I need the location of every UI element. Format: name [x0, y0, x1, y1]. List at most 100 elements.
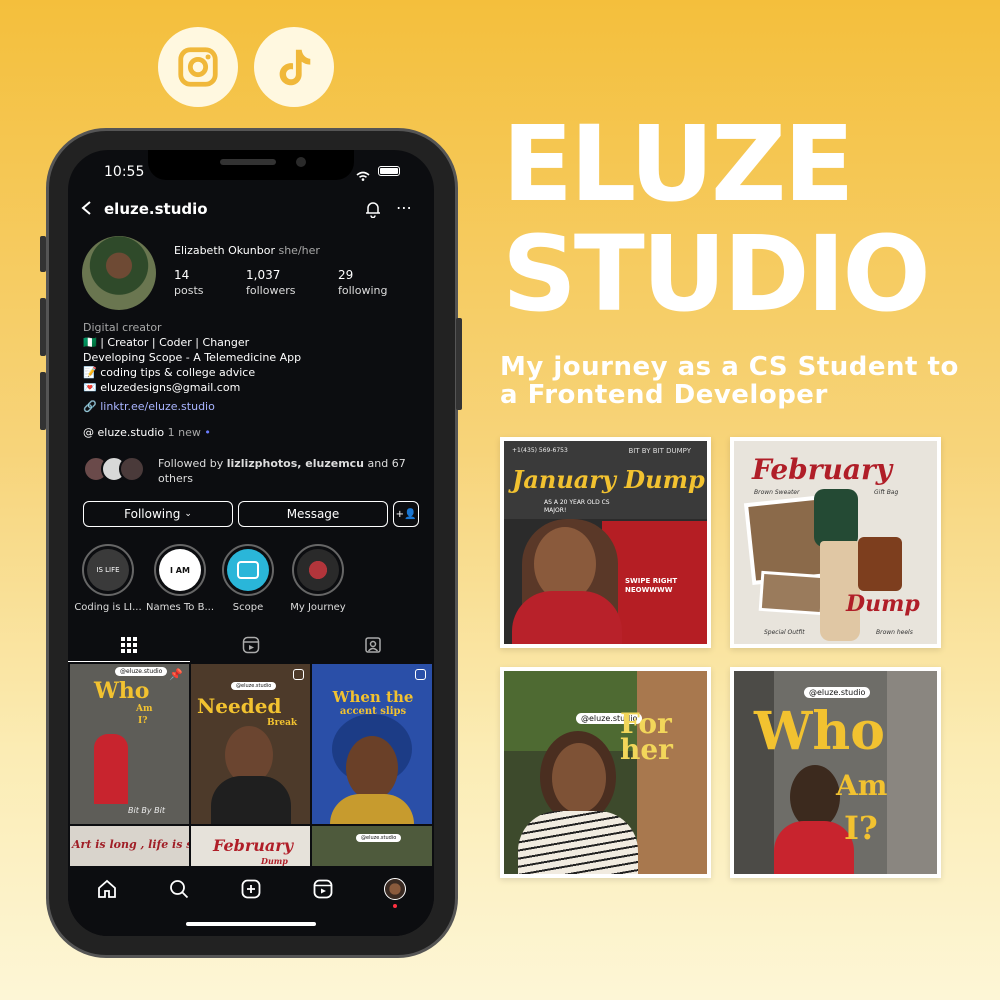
- home-indicator: [186, 922, 316, 926]
- highlight-scope-label: Scope: [232, 602, 264, 613]
- post-accent-slips[interactable]: When the accent slips: [312, 664, 432, 824]
- pin-icon: 📌: [169, 668, 183, 681]
- tab-reels[interactable]: [190, 628, 312, 662]
- search-icon[interactable]: [168, 878, 190, 900]
- tiktok-glyph: [279, 49, 311, 86]
- february-dump: Dump: [846, 591, 920, 617]
- instagram-screen: 10:55 eluze.studio ⋯ Elizabeth Okunbor s…: [68, 150, 434, 936]
- phone-volume-up: [40, 298, 46, 356]
- tab-grid[interactable]: [68, 628, 190, 662]
- followed-by-text[interactable]: Followed by lizlizphotos, eluzemcu and 6…: [158, 456, 408, 486]
- post-who-am-i[interactable]: @eluze.studio Who Am I? Bit By Bit 📌: [70, 664, 189, 824]
- thumbnail-january-dump[interactable]: +1(435) 569-6753 BIT BY BIT DUMPY Januar…: [500, 437, 711, 648]
- post-1-word-2: Am: [136, 704, 153, 714]
- stat-following[interactable]: 29 following: [338, 268, 387, 298]
- post-1-footer: Bit By Bit: [128, 806, 166, 815]
- add-person-button[interactable]: +👤: [393, 501, 419, 527]
- pronouns-text: she/her: [278, 244, 320, 257]
- highlight-coding[interactable]: IS LIFE Coding is LI...: [74, 544, 142, 613]
- threads-dot: •: [204, 426, 211, 439]
- post-3-line-2: accent slips: [339, 706, 407, 717]
- thumbnail-february-dump[interactable]: February Dump Brown Sweater Gift Bag Spe…: [730, 437, 941, 648]
- highlight-journey[interactable]: My Journey: [284, 544, 352, 613]
- bio-line-3: 📝 coding tips & college advice: [83, 366, 256, 379]
- january-sub: AS A 20 YEAR OLD CS MAJOR!: [544, 499, 610, 514]
- followers-label: followers: [246, 284, 296, 297]
- february-note-1: Brown Sweater: [754, 489, 800, 496]
- profile-avatar[interactable]: [82, 236, 156, 310]
- thumbnail-for-her[interactable]: @eluze.studio For her: [500, 667, 711, 878]
- february-title: February: [752, 453, 893, 486]
- link-text: linktr.ee/eluze.studio: [100, 400, 215, 413]
- notification-bell-icon[interactable]: [364, 200, 382, 219]
- stat-followers[interactable]: 1,037 followers: [246, 268, 295, 298]
- add-person-icon: +👤: [395, 508, 417, 520]
- followed-by-names: lizlizphotos, eluzemcu: [226, 457, 365, 470]
- status-time: 10:55: [104, 164, 145, 180]
- instagram-glyph: [178, 47, 218, 87]
- name-text: Elizabeth Okunbor: [174, 244, 275, 257]
- following-button[interactable]: Following ⌄: [83, 501, 233, 527]
- profile-nav-avatar[interactable]: [384, 878, 406, 900]
- threads-icon: @: [83, 426, 94, 439]
- tagline: My journey as a CS Student to a Frontend…: [500, 352, 959, 410]
- highlight-scope[interactable]: Scope: [214, 544, 282, 613]
- whoami-word-1: Who: [754, 701, 885, 762]
- january-swipe: SWIPE RIGHT NEOWWWW: [625, 577, 678, 594]
- create-post-icon[interactable]: [240, 878, 262, 900]
- february-note-4: Brown heels: [876, 629, 913, 636]
- wifi-icon: [356, 166, 370, 181]
- coding-highlight-cover: IS LIFE: [87, 549, 129, 591]
- following-count: 29: [338, 268, 354, 282]
- message-button-label: Message: [286, 507, 340, 521]
- tiktok-icon[interactable]: [254, 27, 334, 107]
- link-icon: 🔗: [83, 400, 97, 413]
- reels-nav-icon[interactable]: [312, 878, 334, 900]
- threads-name: eluze.studio: [97, 426, 165, 439]
- post-2-word-1: Needed: [197, 694, 282, 718]
- message-button[interactable]: Message: [238, 501, 388, 527]
- tab-tagged[interactable]: [312, 628, 434, 662]
- grid-icon: [121, 636, 137, 653]
- home-icon[interactable]: [96, 878, 118, 900]
- bio-link[interactable]: 🔗 linktr.ee/eluze.studio: [83, 400, 215, 413]
- phone-volume-down: [40, 372, 46, 430]
- post-1-word-1: Who: [94, 678, 150, 704]
- back-arrow-icon[interactable]: [80, 200, 94, 216]
- reel-icon-2: [293, 669, 304, 680]
- names-highlight-cover: I AM: [159, 549, 201, 591]
- brand-line-2: STUDIO: [502, 213, 931, 335]
- stat-posts[interactable]: 14 posts: [174, 268, 204, 298]
- thumbnail-who-am-i[interactable]: @eluze.studio Who Am I?: [730, 667, 941, 878]
- forher-title: For her: [620, 707, 673, 766]
- threads-new: 1 new: [167, 426, 201, 439]
- bio-line-1: 🇳🇬 | Creator | Coder | Changer: [83, 336, 250, 349]
- profile-nav-dot: [393, 904, 397, 908]
- post-2-tag: @eluze.studio: [231, 682, 277, 690]
- phone-power-button: [456, 318, 462, 410]
- post-5-word-1: February: [213, 836, 294, 855]
- post-1-word-3: I?: [138, 716, 148, 726]
- followers-count: 1,037: [246, 268, 281, 282]
- battery-icon: [378, 166, 400, 176]
- instagram-icon[interactable]: [158, 27, 238, 107]
- january-title: January Dump: [512, 465, 705, 494]
- chevron-down-icon: ⌄: [184, 509, 192, 519]
- threads-badge[interactable]: @ eluze.studio 1 new •: [83, 426, 211, 439]
- whoami-tag: @eluze.studio: [804, 687, 871, 698]
- reel-icon-3: [415, 669, 426, 680]
- post-6-tag: @eluze.studio: [356, 834, 402, 842]
- bio-line-4: 💌 eluzedesigns@gmail.com: [83, 381, 241, 394]
- highlight-journey-label: My Journey: [290, 602, 346, 613]
- followed-by-prefix: Followed by: [158, 457, 227, 470]
- posts-count: 14: [174, 268, 190, 282]
- january-phone: +1(435) 569-6753: [512, 447, 568, 454]
- highlight-names[interactable]: I AM Names To B...: [146, 544, 214, 613]
- phone-side-button: [40, 236, 46, 272]
- profile-name: Elizabeth Okunbor she/her: [174, 244, 320, 257]
- tagged-icon: [365, 637, 381, 653]
- post-needed-break[interactable]: @eluze.studio Needed Break: [191, 664, 310, 824]
- scope-app-icon: [227, 549, 269, 591]
- more-options-icon[interactable]: ⋯: [396, 200, 412, 216]
- whoami-word-3: I?: [844, 809, 878, 847]
